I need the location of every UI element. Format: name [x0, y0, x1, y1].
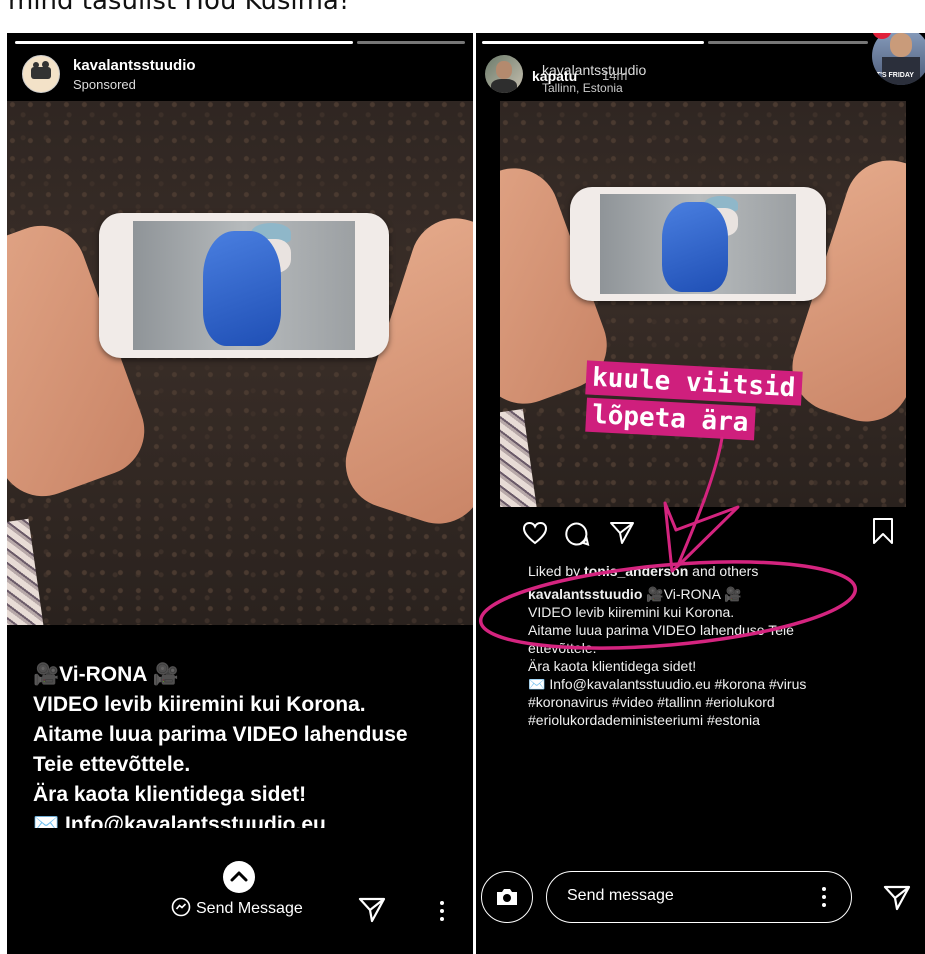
camera-button[interactable] [481, 871, 533, 923]
ad-caption: 🎥Vi-RONA 🎥 VIDEO levib kiiremini kui Kor… [33, 660, 473, 840]
share-icon[interactable] [357, 895, 387, 929]
user-avatar[interactable] [485, 55, 523, 93]
send-message-button[interactable]: Send Message [171, 897, 303, 921]
ad-line: Aitame luua parima VIDEO lahenduse [33, 723, 408, 746]
more-options-icon[interactable] [437, 899, 447, 927]
input-more-icon[interactable] [819, 885, 829, 913]
messenger-icon [171, 897, 191, 921]
like-icon[interactable] [522, 521, 548, 549]
caption-line: Ära kaota klientidega sidet! [528, 658, 697, 674]
friend-avatar[interactable]: IT'S FRIDAY [872, 33, 925, 85]
message-placeholder: Send message [567, 887, 674, 904]
sponsored-label: Sponsored [73, 77, 136, 92]
liked-by-suffix: and others [688, 563, 759, 579]
story-progress-bar [15, 41, 353, 44]
ad-line: 🎥Vi-RONA 🎥 [33, 663, 179, 686]
top-caption: mind täsulist Hou Küsima! [8, 0, 350, 16]
message-input[interactable]: Send message [546, 871, 852, 923]
caption-line: ettevõttele. [528, 640, 597, 656]
liked-by-prefix: Liked by [528, 563, 585, 579]
caption-line: Aitame luua parima VIDEO lahenduse Teie [528, 622, 794, 638]
avatar-caption: IT'S FRIDAY [874, 72, 914, 79]
swipe-up-icon[interactable] [223, 861, 255, 893]
liked-by-user[interactable]: tonis_anderson [584, 563, 688, 579]
caption-line[interactable]: #koronavirus #video #tallinn #eriolukord [528, 693, 775, 711]
comment-icon[interactable] [564, 521, 590, 551]
liked-by: Liked by tonis_anderson and others [528, 562, 758, 580]
story-progress-bar [482, 41, 704, 44]
story-progress-bar [357, 41, 465, 44]
sponsored-story: kavalantsstuudio Sponsored 🎥Vi-RONA 🎥 VI… [7, 33, 473, 954]
caption-line: 🎥Vi-RONA 🎥 [646, 586, 742, 602]
ad-line: VIDEO levib kiiremini kui Korona. [33, 693, 366, 716]
send-direct-icon[interactable] [882, 883, 912, 917]
ad-line: Ära kaota klientidega sidet! [33, 783, 307, 806]
caption-line[interactable]: ✉️ Info@kavalantsstuudio.eu #korona #vir… [528, 675, 806, 693]
location-label[interactable]: Tallinn, Estonia [542, 81, 623, 95]
account-avatar[interactable] [22, 55, 60, 93]
camera-icon [495, 887, 519, 911]
ad-image [7, 101, 473, 625]
caption-line[interactable]: #eriolukordadeministeeriumi #estonia [528, 711, 760, 729]
caption-line-first: kavalantsstuudio 🎥Vi-RONA 🎥 [528, 585, 742, 603]
ad-line: Teie ettevõttele. [33, 753, 191, 776]
save-icon[interactable] [872, 517, 894, 549]
account-name[interactable]: kavalantsstuudio [73, 57, 196, 74]
post-image [500, 101, 906, 507]
caption-line: VIDEO levib kiiremini kui Korona. [528, 604, 735, 620]
send-message-label: Send Message [196, 900, 303, 917]
caption-username[interactable]: kavalantsstuudio [528, 586, 642, 602]
story-progress-bar [708, 41, 868, 44]
shared-post-story: kavalantsstuudio kapatu 14m Tallinn, Est… [476, 33, 925, 954]
share-post-icon[interactable] [608, 519, 636, 551]
